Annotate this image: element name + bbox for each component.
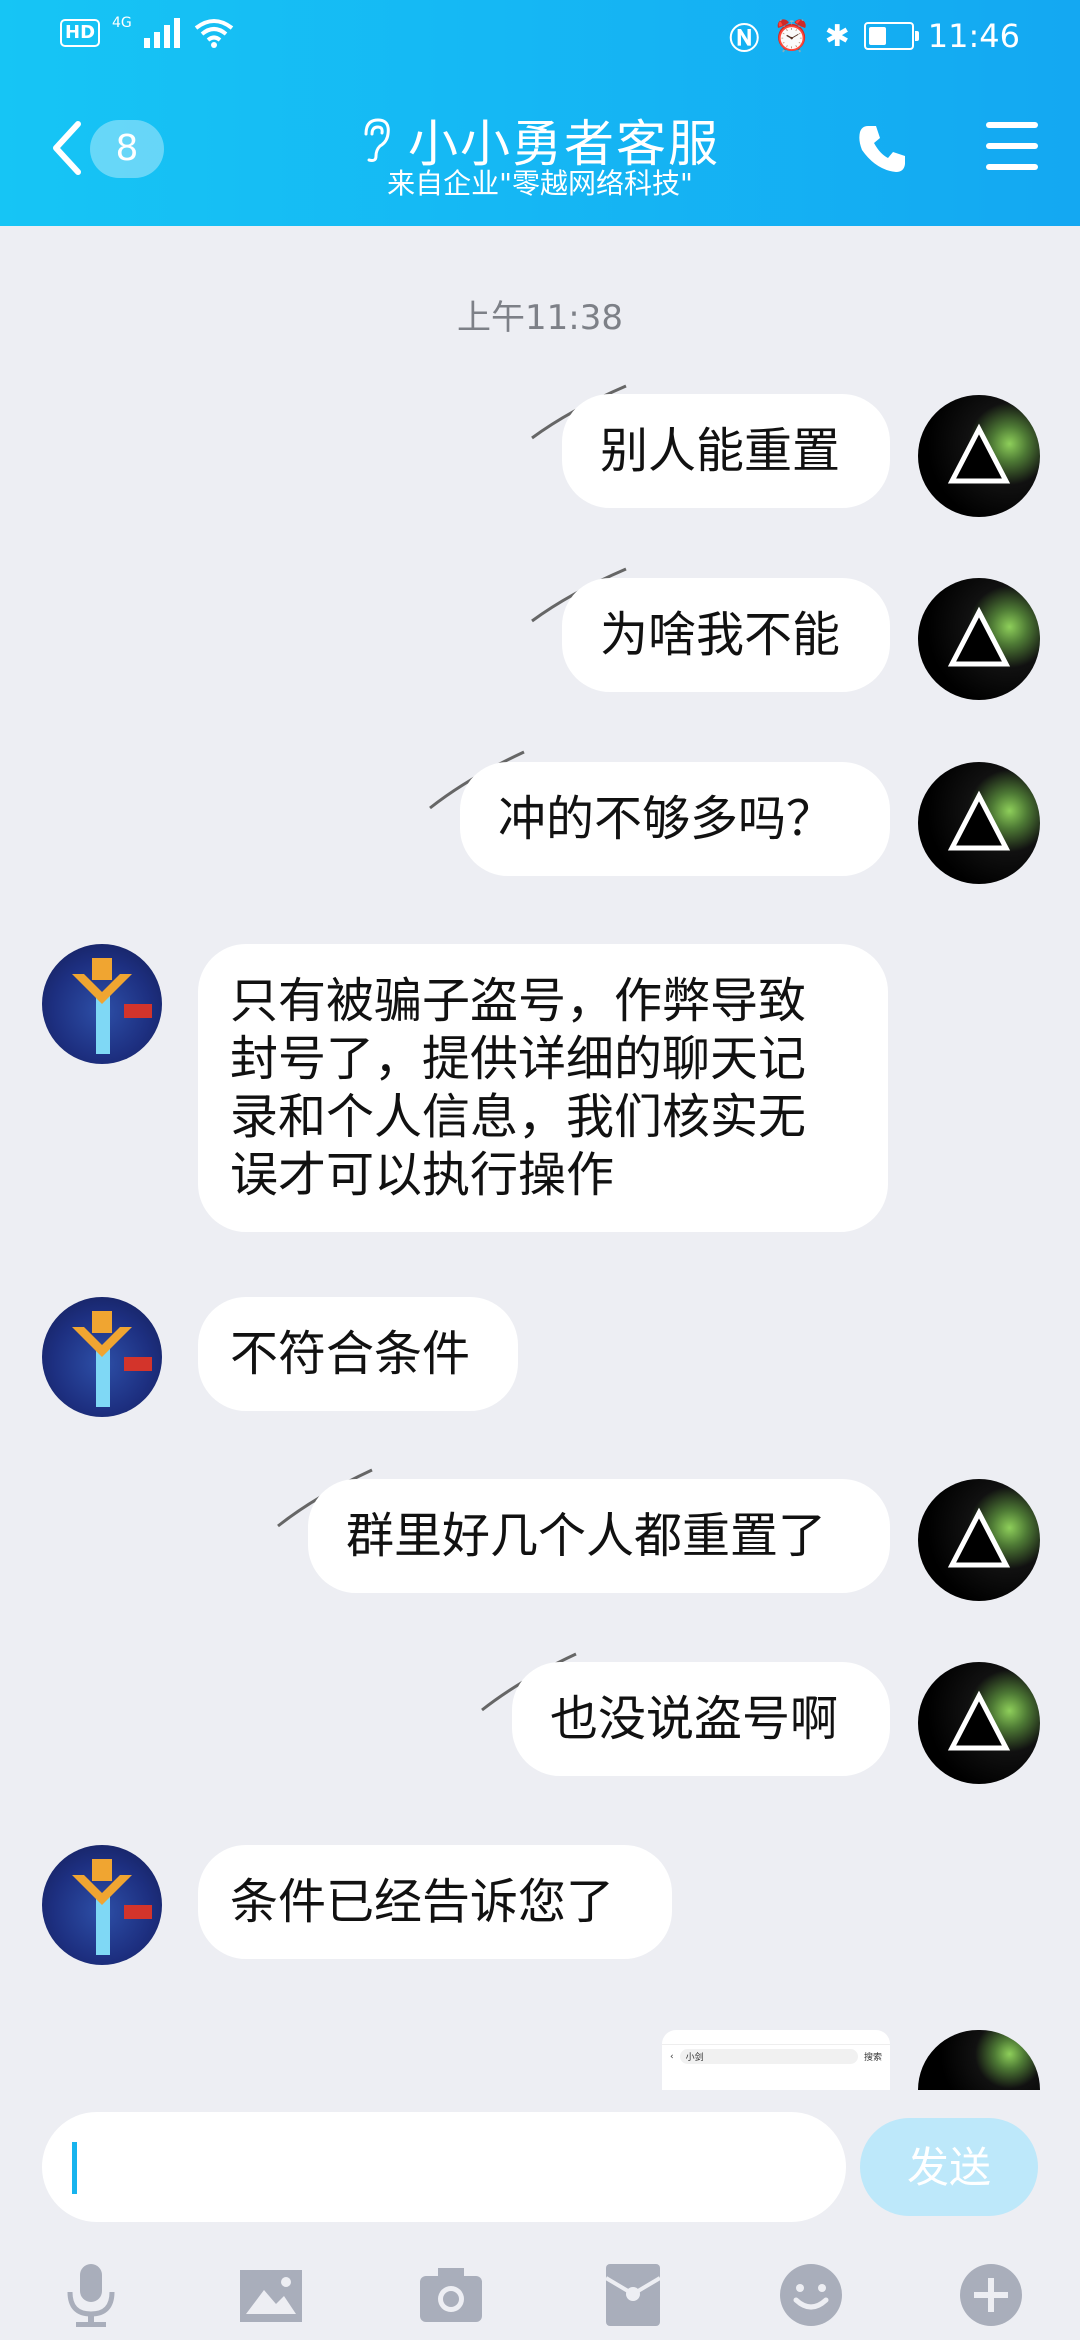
emoji-icon[interactable]	[776, 2260, 846, 2330]
message-text: 也没说盗号啊	[550, 1691, 839, 1747]
message-text: 不符合条件	[230, 1326, 471, 1382]
message-line: 只有被骗子盗号，作弊导致	[230, 973, 807, 1029]
image-icon[interactable]	[236, 2260, 306, 2330]
message-input[interactable]	[42, 2112, 846, 2222]
message-bubble[interactable]: 只有被骗子盗号，作弊导致 封号了，提供详细的聊天记 录和个人信息，我们核实无 误…	[198, 944, 888, 1232]
image-search-button: 搜索	[863, 2053, 882, 2063]
user-avatar[interactable]	[918, 395, 1040, 517]
mic-icon[interactable]	[56, 2260, 126, 2330]
send-button[interactable]: 发送	[860, 2118, 1038, 2216]
message-bubble[interactable]: 为啥我不能	[562, 578, 890, 692]
ear-icon	[364, 118, 390, 162]
message-timestamp: 上午11:38	[457, 298, 623, 338]
alarm-icon: ⏰	[773, 18, 811, 54]
message-bubble[interactable]: 别人能重置	[562, 394, 890, 508]
signal-icon	[143, 18, 180, 48]
message-line: 封号了，提供详细的聊天记	[230, 1031, 807, 1087]
back-icon: ‹	[670, 2051, 674, 2062]
user-avatar[interactable]	[918, 1662, 1040, 1784]
nfc-icon: Ⓝ	[729, 22, 760, 57]
message-line: 录和个人信息，我们核实无	[230, 1089, 807, 1145]
phone-icon[interactable]	[854, 120, 910, 176]
message-bubble[interactable]: 不符合条件	[198, 1297, 518, 1411]
image-message[interactable]: ‹ 小剑 搜索	[662, 2030, 890, 2090]
text-cursor	[72, 2142, 77, 2194]
service-avatar[interactable]	[42, 1297, 162, 1417]
message-text: 群里好几个人都重置了	[346, 1508, 827, 1564]
user-avatar[interactable]	[918, 578, 1040, 700]
hd-badge: HD	[60, 19, 101, 47]
message-bubble[interactable]: 冲的不够多吗？	[460, 762, 890, 876]
bluetooth-icon: ✱	[824, 18, 850, 54]
red-packet-icon[interactable]	[598, 2260, 668, 2330]
message-line: 误才可以执行操作	[230, 1147, 615, 1203]
status-bar: HD 4G Ⓝ ⏰ ✱ 11:46	[0, 0, 1080, 74]
chat-header: HD 4G Ⓝ ⏰ ✱ 11:46 8 小小勇者客服 来自企业"零越网络科技"	[0, 0, 1080, 226]
plus-icon[interactable]	[956, 2260, 1026, 2330]
input-toolbar	[0, 2240, 1080, 2340]
message-text: 冲的不够多吗？	[498, 791, 835, 847]
battery-icon	[863, 22, 919, 50]
wifi-icon	[194, 19, 234, 48]
message-bubble[interactable]: 群里好几个人都重置了	[308, 1479, 890, 1593]
clock: 11:46	[927, 17, 1020, 55]
message-text: 条件已经告诉您了	[230, 1874, 615, 1930]
network-type: 4G	[112, 15, 132, 31]
menu-icon[interactable]	[986, 122, 1038, 170]
image-search-box: 小剑	[679, 2049, 858, 2064]
user-avatar[interactable]	[918, 1479, 1040, 1601]
message-bubble[interactable]: 条件已经告诉您了	[198, 1845, 672, 1959]
user-avatar[interactable]	[918, 2030, 1040, 2090]
input-bar: 发送	[0, 2090, 1080, 2340]
camera-icon[interactable]	[416, 2260, 486, 2330]
user-avatar[interactable]	[918, 762, 1040, 884]
message-text: 别人能重置	[600, 423, 841, 479]
message-bubble[interactable]: 也没说盗号啊	[512, 1662, 890, 1776]
service-avatar[interactable]	[42, 1845, 162, 1965]
service-avatar[interactable]	[42, 944, 162, 1064]
message-text: 为啥我不能	[600, 607, 841, 663]
chat-subtitle: 来自企业"零越网络科技"	[387, 167, 693, 200]
